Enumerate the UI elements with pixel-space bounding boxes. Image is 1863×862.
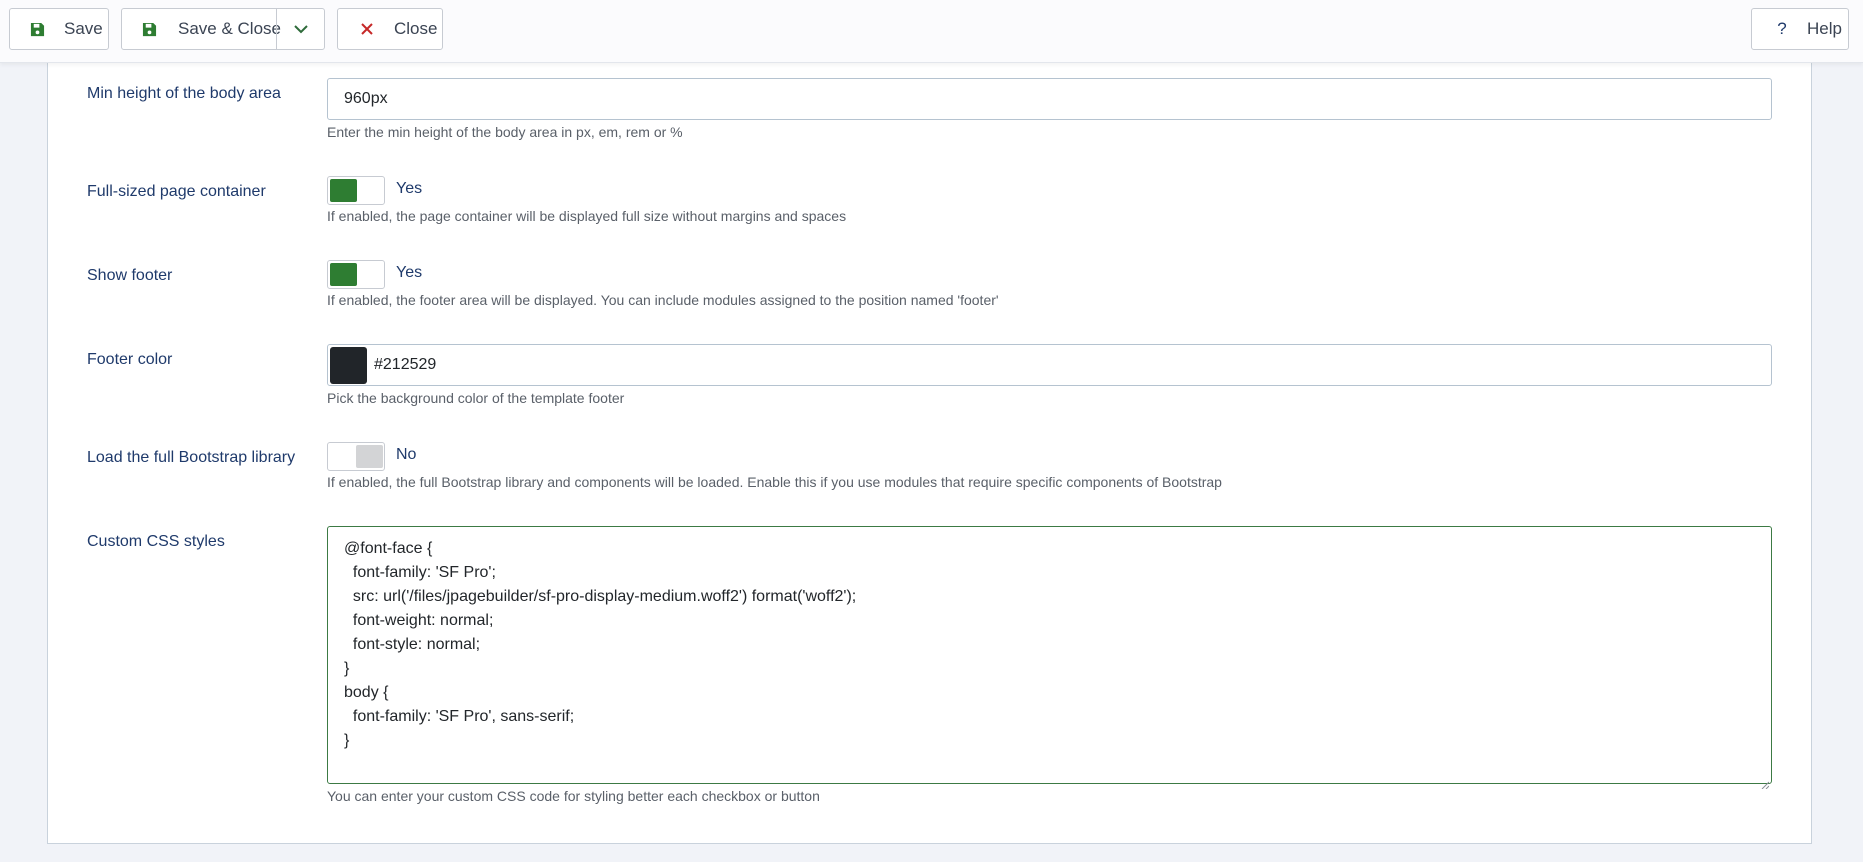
- toolbar: Save Save & Close Close ? Help: [0, 0, 1863, 63]
- full-sized-label: Full-sized page container: [87, 183, 266, 200]
- bootstrap-label: Load the full Bootstrap library: [87, 449, 296, 466]
- resize-handle-icon[interactable]: [1761, 773, 1770, 790]
- help-label: Help: [1807, 19, 1842, 38]
- min-height-input[interactable]: 960px: [327, 78, 1772, 120]
- show-footer-toggle[interactable]: [327, 260, 385, 289]
- toggle-knob: [330, 263, 357, 286]
- footer-color-value: #212529: [374, 356, 437, 373]
- question-icon: ?: [1777, 19, 1787, 38]
- code-line: body {: [344, 684, 389, 701]
- full-sized-description: If enabled, the page container will be d…: [327, 208, 847, 224]
- code-line: @font-face {: [344, 540, 433, 557]
- code-line: font-weight: normal;: [344, 612, 494, 629]
- custom-css-description: You can enter your custom CSS code for s…: [327, 788, 820, 804]
- save-label: Save: [64, 19, 103, 38]
- save-close-button-group: Save & Close: [121, 8, 325, 50]
- min-height-value: 960px: [344, 90, 388, 107]
- color-swatch[interactable]: [330, 346, 367, 384]
- show-footer-label: Show footer: [87, 267, 173, 284]
- code-line: font-family: 'SF Pro';: [344, 564, 496, 581]
- chevron-down-icon: [293, 19, 309, 39]
- footer-color-label: Footer color: [87, 351, 173, 368]
- save-button[interactable]: Save: [9, 8, 109, 50]
- footer-color-description: Pick the background color of the templat…: [327, 390, 625, 406]
- code-line: font-style: normal;: [344, 636, 481, 653]
- footer-color-input[interactable]: #212529: [327, 344, 1772, 386]
- full-sized-toggle[interactable]: [327, 176, 385, 205]
- code-line: }: [344, 660, 350, 677]
- code-line: }: [344, 732, 350, 749]
- full-sized-state: Yes: [396, 180, 423, 197]
- bootstrap-state: No: [396, 446, 417, 463]
- x-icon: [358, 20, 376, 38]
- code-line: src: url('/files/jpagebuilder/sf-pro-dis…: [344, 588, 857, 605]
- min-height-label: Min height of the body area: [87, 85, 281, 102]
- bootstrap-description: If enabled, the full Bootstrap library a…: [327, 474, 1222, 490]
- toggle-knob: [330, 179, 357, 202]
- floppy-disk-icon: [28, 20, 46, 38]
- toggle-knob: [356, 445, 383, 468]
- show-footer-description: If enabled, the footer area will be disp…: [327, 292, 999, 308]
- custom-css-label: Custom CSS styles: [87, 533, 225, 550]
- bootstrap-toggle[interactable]: [327, 442, 385, 471]
- close-button[interactable]: Close: [337, 8, 443, 50]
- save-close-button[interactable]: Save & Close: [178, 19, 281, 39]
- min-height-description: Enter the min height of the body area in…: [327, 124, 683, 140]
- show-footer-state: Yes: [396, 264, 423, 281]
- save-options-dropdown-button[interactable]: [277, 9, 325, 49]
- code-line: font-family: 'SF Pro', sans-serif;: [344, 708, 575, 725]
- close-label: Close: [394, 19, 438, 38]
- custom-css-textarea[interactable]: @font-face { font-family: 'SF Pro'; src:…: [327, 526, 1772, 790]
- help-button[interactable]: ? Help: [1751, 8, 1849, 50]
- floppy-disk-icon: [140, 20, 158, 38]
